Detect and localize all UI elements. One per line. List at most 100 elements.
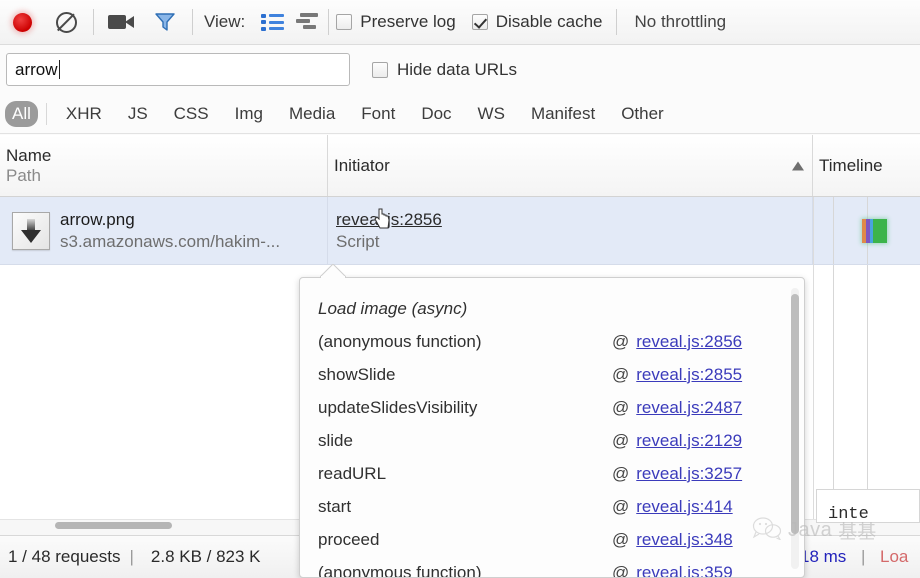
clear-no-entry-icon bbox=[55, 11, 77, 33]
column-header-name-label: Name bbox=[6, 145, 52, 165]
table-header: Name Path Initiator Timeline bbox=[0, 135, 920, 197]
preserve-log-label: Preserve log bbox=[360, 12, 456, 31]
column-header-timeline-label: Timeline bbox=[819, 155, 883, 175]
toolbar-divider-2 bbox=[192, 9, 193, 35]
view-waterfall-button[interactable] bbox=[289, 2, 323, 42]
table-row[interactable]: arrow.png s3.amazonaws.com/hakim-... rev… bbox=[0, 197, 920, 265]
status-divider-2: | bbox=[861, 547, 866, 566]
popover-scrollbar-thumb[interactable] bbox=[791, 294, 799, 534]
devtools-network-panel: View: Preserve log Disable cache No thro… bbox=[0, 0, 920, 578]
network-toolbar: View: Preserve log Disable cache No thro… bbox=[0, 0, 920, 45]
type-filter-img[interactable]: Img bbox=[226, 101, 272, 127]
capture-screenshots-button[interactable] bbox=[99, 0, 143, 44]
stack-frame-function: readURL bbox=[318, 464, 387, 483]
stack-frame-function: slide bbox=[318, 431, 353, 450]
stack-frame-location[interactable]: reveal.js:348 bbox=[636, 523, 732, 556]
disable-cache-checkbox[interactable]: Disable cache bbox=[471, 12, 602, 32]
row-cell-timeline bbox=[813, 197, 920, 264]
hide-data-urls-checkbox-box[interactable] bbox=[372, 61, 388, 78]
stack-frame-function: (anonymous function) bbox=[318, 563, 482, 578]
record-dot-icon bbox=[12, 12, 32, 32]
disable-cache-checkbox-box[interactable] bbox=[471, 14, 488, 30]
stack-frame-function: showSlide bbox=[318, 365, 396, 384]
filter-input-value: arrow bbox=[15, 59, 58, 79]
type-filter-other[interactable]: Other bbox=[612, 101, 673, 127]
preserve-log-checkbox[interactable]: Preserve log bbox=[336, 12, 456, 32]
stack-frame: proceed @ reveal.js:348 bbox=[318, 523, 788, 556]
resource-type-filters: All XHR JS CSS Img Media Font Doc WS Man… bbox=[0, 94, 920, 134]
initiator-type: Script bbox=[336, 231, 380, 251]
column-header-name[interactable]: Name Path bbox=[0, 135, 328, 196]
timeline-column-divider bbox=[813, 197, 814, 520]
stack-frame: updateSlidesVisibility @ reveal.js:2487 bbox=[318, 391, 788, 424]
toolbar-divider-4 bbox=[616, 9, 618, 35]
hide-data-urls-checkbox[interactable]: Hide data URLs bbox=[372, 60, 517, 80]
sort-ascending-icon bbox=[792, 161, 804, 170]
column-header-path-label: Path bbox=[6, 165, 41, 185]
stack-frame: (anonymous function) @ reveal.js:2856 bbox=[318, 325, 788, 358]
stack-frame-function: updateSlidesVisibility bbox=[318, 398, 478, 417]
stack-frame: readURL @ reveal.js:3257 bbox=[318, 457, 788, 490]
record-button[interactable] bbox=[0, 0, 44, 44]
horizontal-scrollbar-thumb[interactable] bbox=[55, 522, 172, 529]
initiator-link[interactable]: reveal.js:2856 bbox=[336, 209, 442, 231]
stack-frame-location[interactable]: reveal.js:2129 bbox=[636, 424, 742, 457]
stack-frame: start @ reveal.js:414 bbox=[318, 490, 788, 523]
view-list-button[interactable] bbox=[255, 2, 289, 42]
type-filter-ws[interactable]: WS bbox=[469, 101, 514, 127]
stack-frame-at: @ bbox=[612, 563, 630, 578]
type-filter-all[interactable]: All bbox=[5, 100, 38, 127]
toolbar-divider-3 bbox=[328, 9, 330, 35]
stack-frame-at: @ bbox=[612, 530, 630, 549]
waterfall-view-icon bbox=[294, 13, 319, 31]
popover-pointer-arrow bbox=[318, 263, 348, 279]
request-name: arrow.png bbox=[60, 209, 135, 229]
stack-frame-at: @ bbox=[612, 398, 630, 417]
type-filter-js[interactable]: JS bbox=[119, 101, 157, 127]
filter-row: arrow Hide data URLs bbox=[0, 45, 920, 94]
type-filter-xhr[interactable]: XHR bbox=[57, 101, 111, 127]
row-cell-name: arrow.png s3.amazonaws.com/hakim-... bbox=[0, 197, 328, 264]
view-label: View: bbox=[204, 12, 246, 31]
stack-frame-at: @ bbox=[612, 431, 630, 450]
download-arrow-image-thumbnail bbox=[12, 211, 50, 250]
stack-frame-location[interactable]: reveal.js:2487 bbox=[636, 391, 742, 424]
throttling-dropdown[interactable]: No throttling bbox=[634, 12, 726, 32]
clear-button[interactable] bbox=[44, 0, 88, 44]
initiator-stack-trace-popover: Load image (async) (anonymous function) … bbox=[299, 277, 805, 578]
type-filter-media[interactable]: Media bbox=[280, 101, 344, 127]
stack-frame-at: @ bbox=[612, 365, 630, 384]
request-path: s3.amazonaws.com/hakim-... bbox=[60, 231, 281, 251]
stack-frame: showSlide @ reveal.js:2855 bbox=[318, 358, 788, 391]
filter-toggle-button[interactable] bbox=[143, 0, 187, 44]
request-count: 1 / 48 requests bbox=[8, 547, 121, 566]
stack-frame-at: @ bbox=[612, 332, 630, 351]
stack-frame-location[interactable]: reveal.js:2855 bbox=[636, 358, 742, 391]
status-divider: | bbox=[129, 547, 134, 566]
load-time: Loa bbox=[880, 547, 909, 566]
stack-frame: slide @ reveal.js:2129 bbox=[318, 424, 788, 457]
text-caret bbox=[58, 60, 60, 79]
type-filter-font[interactable]: Font bbox=[352, 101, 404, 127]
camera-filmstrip-icon bbox=[108, 14, 134, 30]
type-filter-manifest[interactable]: Manifest bbox=[522, 101, 604, 127]
column-header-initiator[interactable]: Initiator bbox=[328, 135, 813, 196]
stack-frame-location[interactable]: reveal.js:359 bbox=[636, 556, 732, 577]
column-header-timeline[interactable]: Timeline bbox=[813, 135, 920, 196]
stack-frame-function: proceed bbox=[318, 530, 380, 549]
stack-frame-at: @ bbox=[612, 497, 630, 516]
stack-frame-location[interactable]: reveal.js:3257 bbox=[636, 457, 742, 490]
stack-frame-location[interactable]: reveal.js:414 bbox=[636, 490, 732, 523]
popover-title: Load image (async) bbox=[318, 299, 468, 318]
filter-input[interactable]: arrow bbox=[6, 53, 350, 86]
row-cell-initiator: reveal.js:2856 Script bbox=[328, 197, 813, 264]
stack-frame-location[interactable]: reveal.js:2856 bbox=[636, 325, 742, 358]
funnel-filter-icon bbox=[155, 12, 175, 32]
type-filter-doc[interactable]: Doc bbox=[412, 101, 460, 127]
list-view-icon bbox=[260, 13, 284, 31]
type-filter-css[interactable]: CSS bbox=[165, 101, 218, 127]
stack-frame: (anonymous function) @ reveal.js:359 bbox=[318, 556, 788, 578]
preserve-log-checkbox-box[interactable] bbox=[336, 14, 353, 30]
stack-frame-function: (anonymous function) bbox=[318, 332, 482, 351]
timeline-segment bbox=[873, 219, 887, 243]
